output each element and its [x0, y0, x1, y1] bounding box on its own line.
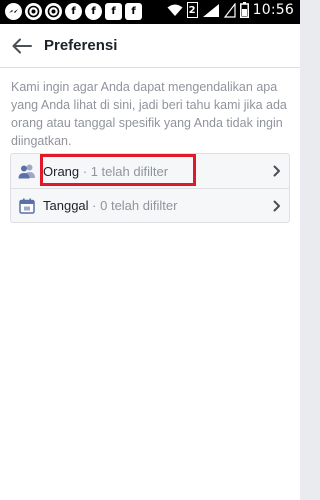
signal-icon [223, 2, 236, 18]
filter-row-people[interactable]: Orang · 1 telah difilter [11, 154, 289, 188]
filter-label: Orang [43, 163, 80, 179]
facebook-icon: f [105, 3, 122, 20]
arrow-left-icon [12, 38, 32, 54]
filter-separator: · [79, 163, 91, 179]
chrome-icon [45, 3, 62, 20]
filter-separator: · [88, 198, 101, 213]
filter-row-dates[interactable]: Tanggal · 0 telah difilter [11, 188, 289, 222]
facebook-icon: f [85, 3, 102, 20]
chevron-right-icon [265, 189, 289, 223]
facebook-icon: f [65, 3, 82, 20]
clock: 10:56 [252, 2, 294, 18]
chrome-icon [25, 3, 42, 20]
notification-icons: f f f f [5, 3, 142, 20]
filter-row-dates-text: Tanggal · 0 telah difilter [43, 198, 265, 213]
system-status: 2 10:56 [167, 2, 294, 18]
back-button[interactable] [8, 32, 36, 60]
chevron-right-icon [265, 154, 289, 188]
wifi-icon [167, 4, 183, 16]
people-icon [11, 154, 43, 188]
filter-label: Tanggal [43, 198, 89, 213]
filter-count: 0 telah difilter [100, 198, 178, 213]
filter-list: Orang · 1 telah difilter Tanggal · 0 tel… [10, 153, 290, 223]
signal-icon [202, 3, 219, 17]
intro-text: Kami ingin agar Anda dapat mengendalikan… [11, 80, 287, 148]
facebook-icon: f [125, 3, 142, 20]
filter-count: 1 telah difilter [90, 163, 169, 179]
app-header: Preferensi [0, 24, 300, 68]
preferences-content: Kami ingin agar Anda dapat mengendalikan… [0, 68, 300, 500]
sim-badge: 2 [186, 2, 198, 18]
status-bar: f f f f 2 10:56 [0, 0, 300, 24]
calendar-icon [11, 189, 43, 223]
filter-row-people-text: Orang · 1 telah difilter [43, 164, 265, 179]
messenger-icon [5, 3, 22, 20]
page-title: Preferensi [44, 37, 118, 54]
battery-icon [239, 2, 249, 18]
